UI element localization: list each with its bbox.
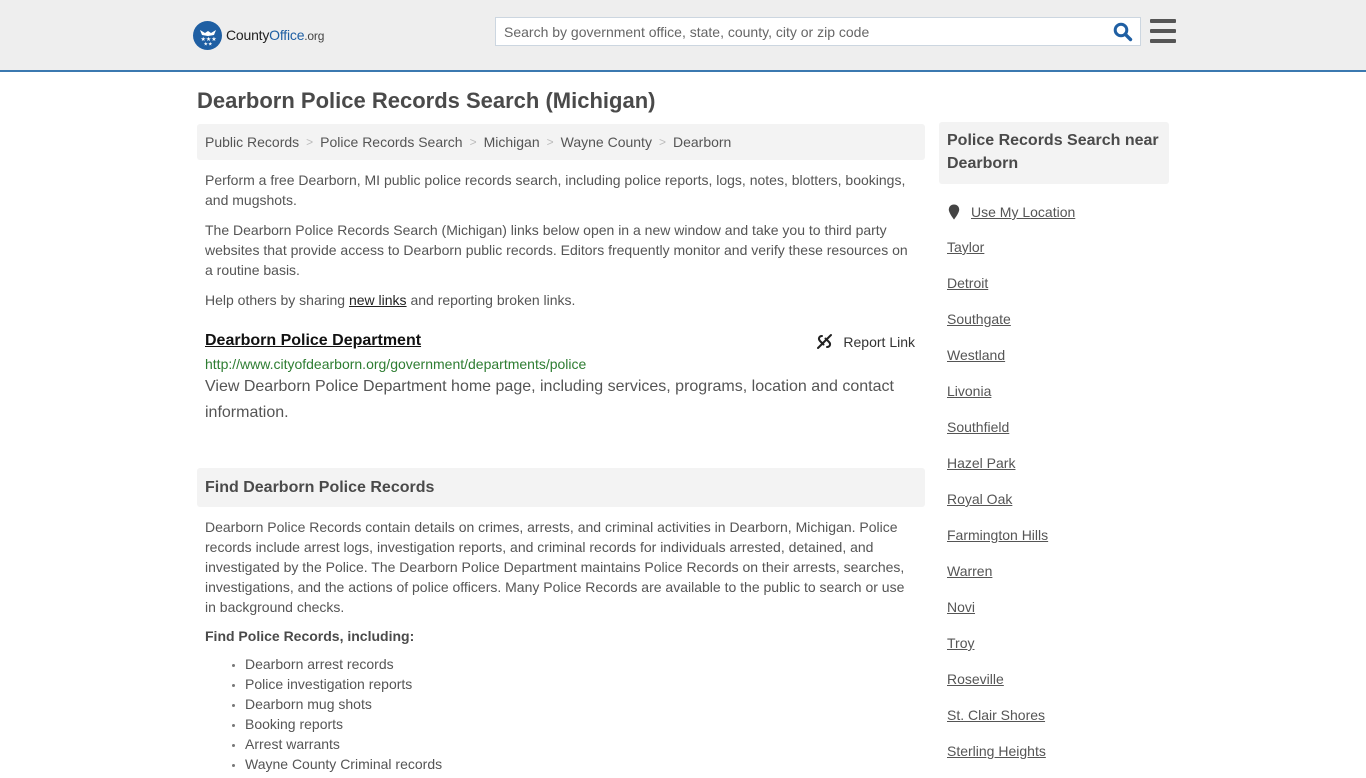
list-item: Farmington Hills: [947, 526, 1169, 562]
city-link-farmington-hills[interactable]: Farmington Hills: [947, 527, 1048, 543]
list-item: Roseville: [947, 670, 1169, 706]
city-link-taylor[interactable]: Taylor: [947, 239, 984, 255]
city-link-roseville[interactable]: Roseville: [947, 671, 1004, 687]
report-link-button[interactable]: Report Link: [816, 333, 915, 350]
find-records-paragraph: Dearborn Police Records contain details …: [205, 519, 905, 615]
intro-paragraph: Perform a free Dearborn, MI public polic…: [205, 172, 906, 208]
share-links-paragraph: Help others by sharing new links and rep…: [205, 292, 576, 308]
list-item: Royal Oak: [947, 490, 1169, 526]
sidebar: Police Records Search near Dearborn Use …: [939, 122, 1169, 778]
map-pin-icon: [948, 204, 960, 220]
list-item: Taylor: [947, 238, 1169, 274]
find-records-subheading: Find Police Records, including:: [205, 628, 415, 644]
search-icon: [1113, 22, 1133, 41]
use-location-row: Use My Location: [939, 202, 1169, 222]
resource-title-link[interactable]: Dearborn Police Department: [205, 330, 421, 352]
breadcrumb-separator: >: [658, 135, 666, 149]
list-item: Dearborn mug shots: [245, 694, 925, 714]
list-item: Detroit: [947, 274, 1169, 310]
list-item: Westland: [947, 346, 1169, 382]
sidebar-heading: Police Records Search near Dearborn: [939, 122, 1169, 184]
list-item: Southgate: [947, 310, 1169, 346]
city-link-sterling-heights[interactable]: Sterling Heights: [947, 743, 1046, 759]
search-bar: [495, 17, 1141, 46]
resource-description: View Dearborn Police Department home pag…: [205, 378, 894, 421]
city-link-detroit[interactable]: Detroit: [947, 275, 988, 291]
disclaimer-paragraph: The Dearborn Police Records Search (Mich…: [205, 222, 908, 278]
city-link-novi[interactable]: Novi: [947, 599, 975, 615]
list-item: Booking reports: [245, 714, 925, 734]
broken-link-icon: [817, 334, 833, 349]
list-item: Wayne County Criminal records: [245, 754, 925, 774]
intro-section: Perform a free Dearborn, MI public polic…: [197, 170, 925, 310]
city-link-st-clair-shores[interactable]: St. Clair Shores: [947, 707, 1045, 723]
city-link-royal-oak[interactable]: Royal Oak: [947, 491, 1012, 507]
city-link-warren[interactable]: Warren: [947, 563, 992, 579]
breadcrumb-public-records[interactable]: Public Records: [205, 134, 299, 150]
site-logo[interactable]: ★★★ ★★ CountyOffice.org: [193, 20, 324, 50]
list-item: Warren: [947, 562, 1169, 598]
logo-wordmark: CountyOffice.org: [226, 27, 325, 43]
city-link-westland[interactable]: Westland: [947, 347, 1005, 363]
main-content: Public Records > Police Records Search >…: [197, 124, 925, 774]
breadcrumb-separator: >: [306, 135, 314, 149]
breadcrumb-michigan[interactable]: Michigan: [484, 134, 540, 150]
list-item: St. Clair Shores: [947, 706, 1169, 742]
list-item: Hazel Park: [947, 454, 1169, 490]
city-link-troy[interactable]: Troy: [947, 635, 974, 651]
breadcrumb-police-records-search[interactable]: Police Records Search: [320, 134, 462, 150]
list-item: Sterling Heights: [947, 742, 1169, 778]
search-input[interactable]: [496, 18, 1106, 45]
city-link-livonia[interactable]: Livonia: [947, 383, 991, 399]
list-item: Troy: [947, 634, 1169, 670]
resource-item: Dearborn Police Department Report Link h…: [197, 330, 925, 426]
list-item: Livonia: [947, 382, 1169, 418]
menu-bar-icon: [1150, 39, 1176, 43]
city-link-hazel-park[interactable]: Hazel Park: [947, 455, 1015, 471]
hamburger-menu-button[interactable]: [1150, 19, 1176, 43]
find-records-heading: Find Dearborn Police Records: [197, 468, 925, 507]
new-links-link[interactable]: new links: [349, 292, 407, 308]
breadcrumb: Public Records > Police Records Search >…: [197, 124, 925, 160]
use-my-location-link[interactable]: Use My Location: [971, 204, 1075, 220]
page-title: Dearborn Police Records Search (Michigan…: [197, 88, 656, 113]
list-item: Arrest warrants: [245, 734, 925, 754]
city-link-southfield[interactable]: Southfield: [947, 419, 1009, 435]
menu-bar-icon: [1150, 29, 1176, 33]
breadcrumb-separator: >: [469, 135, 477, 149]
list-item: Dearborn arrest records: [245, 654, 925, 674]
list-item: Novi: [947, 598, 1169, 634]
breadcrumb-dearborn[interactable]: Dearborn: [673, 134, 731, 150]
search-button[interactable]: [1106, 18, 1140, 45]
breadcrumb-wayne-county[interactable]: Wayne County: [561, 134, 652, 150]
resource-url-link[interactable]: http://www.cityofdearborn.org/government…: [205, 355, 917, 373]
breadcrumb-separator: >: [546, 135, 554, 149]
records-type-list: Dearborn arrest records Police investiga…: [197, 654, 925, 774]
list-item: Police investigation reports: [245, 674, 925, 694]
menu-bar-icon: [1150, 19, 1176, 23]
site-header: ★★★ ★★ CountyOffice.org: [0, 0, 1366, 72]
svg-text:★★: ★★: [203, 42, 212, 47]
eagle-stars-logo-icon: ★★★ ★★: [193, 20, 222, 50]
nearby-cities-list: Taylor Detroit Southgate Westland Livoni…: [939, 238, 1169, 778]
city-link-southgate[interactable]: Southgate: [947, 311, 1011, 327]
list-item: Southfield: [947, 418, 1169, 454]
